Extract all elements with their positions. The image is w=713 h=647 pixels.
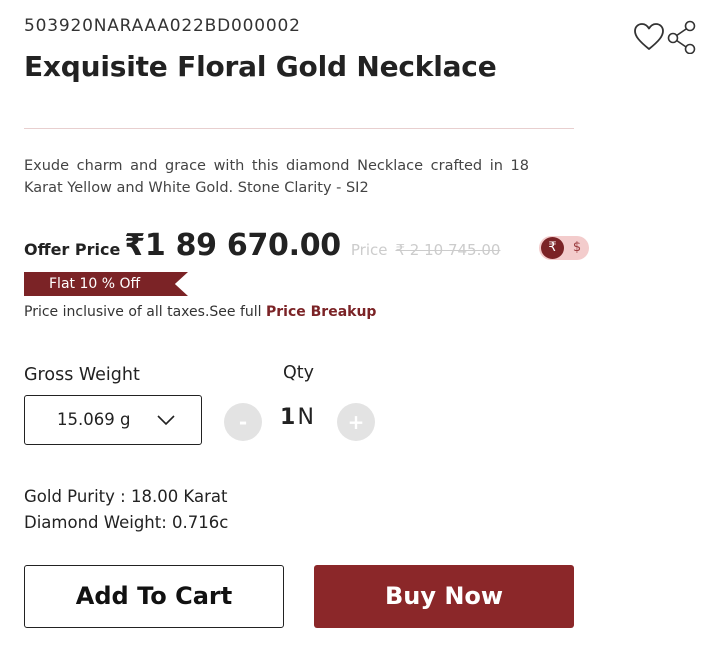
product-title: Exquisite Floral Gold Necklace xyxy=(24,50,497,83)
gross-weight-label: Gross Weight xyxy=(24,365,140,385)
qty-decrement-button[interactable]: - xyxy=(224,403,262,441)
price-row: Offer Price ₹1 89 670.00 Price ₹ 2 10 74… xyxy=(24,228,500,268)
gross-weight-value: 15.069 g xyxy=(57,410,131,429)
rupee-icon[interactable]: ₹ xyxy=(541,237,564,259)
discount-tag: Flat 10 % Off xyxy=(24,272,188,296)
title-divider xyxy=(24,128,574,129)
offer-price-label: Offer Price xyxy=(24,240,121,259)
tax-note: Price inclusive of all taxes.See full Pr… xyxy=(24,304,376,320)
qty-value: 1 N xyxy=(280,405,314,430)
price-breakup-link[interactable]: Price Breakup xyxy=(266,304,376,320)
qty-unit: N xyxy=(297,405,314,430)
qty-number: 1 xyxy=(280,405,296,430)
product-sku: 503920NARAAA022BD000002 xyxy=(24,16,301,36)
diamond-weight: Diamond Weight: 0.716c xyxy=(24,513,229,532)
heart-icon[interactable] xyxy=(633,22,665,52)
dollar-icon[interactable]: $ xyxy=(568,237,586,259)
qty-label: Qty xyxy=(283,363,314,383)
currency-toggle[interactable]: ₹ $ xyxy=(539,236,589,260)
offer-price-value: ₹1 89 670.00 xyxy=(124,228,341,263)
gold-purity: Gold Purity : 18.00 Karat xyxy=(24,487,228,506)
tax-note-text: Price inclusive of all taxes.See full xyxy=(24,304,266,320)
buy-now-button[interactable]: Buy Now xyxy=(314,565,574,628)
gross-weight-select[interactable]: 15.069 g xyxy=(24,395,202,445)
add-to-cart-button[interactable]: Add To Cart xyxy=(24,565,284,628)
share-icon[interactable] xyxy=(667,20,697,54)
original-price-label: Price xyxy=(350,241,388,259)
chevron-down-icon xyxy=(157,415,175,426)
product-description: Exude charm and grace with this diamond … xyxy=(24,158,529,196)
original-price-value: ₹ 2 10 745.00 xyxy=(395,241,501,259)
qty-increment-button[interactable]: + xyxy=(337,403,375,441)
